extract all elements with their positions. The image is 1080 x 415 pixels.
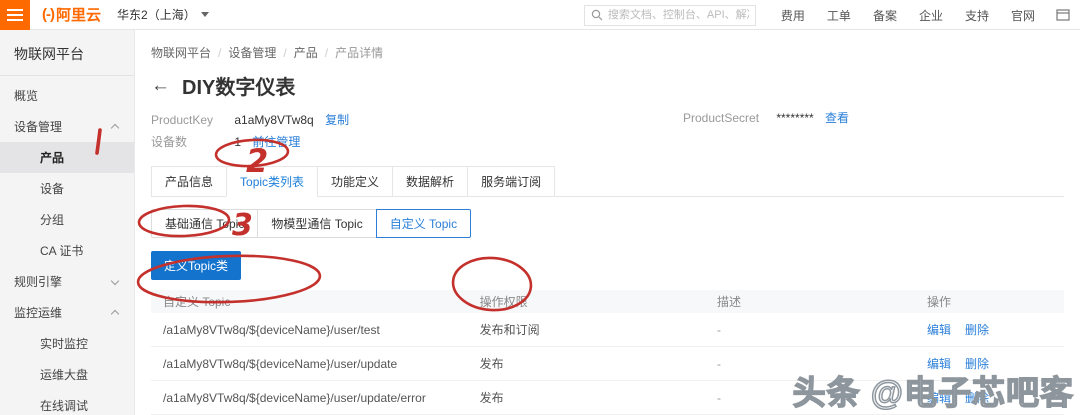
search-input[interactable] (607, 9, 749, 21)
topbar: (-) 阿里云 华东2（上海） 费用 工单 备案 企业 支持 官网 (0, 0, 1080, 30)
sidebar-title[interactable]: 物联网平台 (0, 30, 134, 75)
product-key-label: ProductKey (151, 113, 214, 127)
product-secret-label: ProductSecret (683, 111, 760, 125)
sidebar-item[interactable]: 监控运维 (0, 297, 134, 328)
product-key-value: a1aMy8VTw8q (234, 113, 314, 127)
column-header: 描述 (717, 295, 742, 309)
tab-bar: 产品信息 Topic类列表 功能定义 数据解析 服务端订阅 (151, 166, 1064, 197)
sidebar-item[interactable]: 规则引擎 (0, 266, 134, 297)
actions-cell: 编辑 删除 (927, 321, 1064, 338)
topbar-menu-item[interactable]: 支持 (965, 7, 989, 24)
sidebar-item-label: 概览 (14, 89, 39, 103)
search-icon (591, 9, 603, 21)
caret-down-icon (200, 12, 209, 17)
sidebar-item[interactable]: 分组 (0, 204, 134, 235)
sidebar-item[interactable]: 实时监控 (0, 328, 134, 359)
device-count-label: 设备数 (151, 135, 188, 149)
sidebar-item-label: 产品 (40, 151, 65, 165)
console-window-icon[interactable] (1056, 9, 1070, 21)
column-header: 自定义 Topic (163, 295, 231, 309)
product-secret-value: ******** (776, 111, 814, 125)
permission-cell: 发布 (479, 357, 504, 371)
breadcrumb-separator: / (283, 46, 287, 60)
topbar-menu-item[interactable]: 企业 (919, 7, 943, 24)
chevron-down-icon (110, 276, 120, 286)
aliyun-logo[interactable]: (-) 阿里云 (42, 4, 101, 25)
tab[interactable]: 数据解析 (392, 166, 469, 197)
chevron-up-icon (110, 309, 120, 319)
aliyun-logo-mark: (-) (42, 6, 55, 23)
sidebar-item[interactable]: 运维大盘 (0, 359, 134, 390)
topbar-menu-item[interactable]: 官网 (1011, 7, 1035, 24)
topic-type-switch: 基础通信 Topic 物模型通信 Topic 自定义 Topic (151, 209, 1064, 238)
region-label: 华东2（上海） (117, 8, 196, 22)
breadcrumb-separator: / (218, 46, 222, 60)
back-arrow-icon[interactable]: ← (151, 76, 170, 95)
sidebar-item[interactable]: 在线调试 (0, 390, 134, 415)
description-cell: - (717, 322, 722, 337)
sidebar-item[interactable]: 概览 (0, 80, 134, 111)
sidebar-item-label: CA 证书 (40, 244, 84, 258)
topbar-menu: 费用 工单 备案 企业 支持 官网 (770, 7, 1046, 24)
sidebar-item-label: 实时监控 (40, 337, 89, 351)
main-content: 物联网平台 / 设备管理 / 产品 / 产品详情 ← DIY数字仪表 ProductKey … (135, 30, 1080, 415)
sidebar-divider (0, 75, 134, 76)
topbar-search[interactable] (583, 4, 756, 26)
tab-active[interactable]: Topic类列表 (226, 166, 319, 197)
sidebar-item-label: 设备管理 (14, 120, 63, 134)
topic-cell: /a1aMy8VTw8q/${deviceName}/user/test (163, 322, 380, 337)
watermark: 头条 @电子芯吧客 (792, 373, 1074, 411)
page-title: DIY数字仪表 (182, 77, 296, 99)
sidebar-item[interactable]: 设备 (0, 173, 134, 204)
table-row: /a1aMy8VTw8q/${deviceName}/user/test 发布和订… (151, 313, 1064, 347)
permission-cell: 发布和订阅 (479, 323, 540, 337)
sidebar-item-label: 分组 (40, 213, 65, 227)
breadcrumb-item[interactable]: 产品 (294, 46, 318, 60)
tab[interactable]: 服务端订阅 (467, 166, 556, 197)
column-header: 操作权限 (479, 295, 528, 309)
subtab[interactable]: 基础通信 Topic (151, 209, 259, 238)
column-header: 操作 (927, 295, 952, 309)
table-header: 自定义 Topic 操作权限 描述 操作 (151, 290, 1064, 313)
topbar-menu-item[interactable]: 工单 (827, 7, 851, 24)
permission-cell: 发布 (479, 391, 504, 405)
region-selector[interactable]: 华东2（上海） (117, 6, 209, 23)
breadcrumb-item[interactable]: 设备管理 (228, 46, 276, 60)
breadcrumb-item: 产品详情 (335, 46, 384, 60)
topic-cell: /a1aMy8VTw8q/${deviceName}/user/update (163, 356, 398, 371)
view-link[interactable]: 查看 (825, 111, 849, 125)
chevron-up-icon (110, 123, 120, 133)
topbar-menu-item[interactable]: 费用 (781, 7, 805, 24)
copy-link[interactable]: 复制 (325, 113, 349, 127)
topic-cell: /a1aMy8VTw8q/${deviceName}/user/update/e… (163, 390, 426, 405)
sidebar-item-label: 监控运维 (14, 306, 63, 320)
breadcrumb-item[interactable]: 物联网平台 (151, 46, 211, 60)
sidebar-item-label: 在线调试 (40, 399, 89, 413)
sidebar-item[interactable]: 产品 (0, 142, 134, 173)
manage-link[interactable]: 前往管理 (252, 135, 300, 149)
tab[interactable]: 产品信息 (151, 166, 228, 197)
topbar-menu-item[interactable]: 备案 (873, 7, 897, 24)
delete-link[interactable]: 删除 (965, 323, 989, 337)
sidebar-item-label: 规则引擎 (14, 275, 63, 289)
define-topic-button[interactable]: 定义Topic类 (151, 251, 242, 280)
sidebar-item[interactable]: 设备管理 (0, 111, 134, 142)
edit-link[interactable]: 编辑 (927, 323, 951, 337)
subtab[interactable]: 物模型通信 Topic (257, 209, 377, 238)
breadcrumb: 物联网平台 / 设备管理 / 产品 / 产品详情 (151, 30, 1064, 61)
sidebar-item-label: 运维大盘 (40, 368, 89, 382)
sidebar: 物联网平台 概览设备管理产品设备分组 CA 证书规则引擎监控运维实时监控运维大盘在… (0, 30, 135, 415)
aliyun-logo-text: 阿里云 (56, 7, 102, 24)
device-count-value: 1 (234, 135, 242, 149)
subtab-active[interactable]: 自定义 Topic (375, 209, 472, 238)
tab[interactable]: 功能定义 (317, 166, 394, 197)
sidebar-item[interactable]: CA 证书 (0, 235, 134, 266)
sidebar-item-label: 设备 (40, 182, 65, 196)
breadcrumb-separator: / (324, 46, 329, 60)
hamburger-menu-icon[interactable] (0, 0, 30, 30)
